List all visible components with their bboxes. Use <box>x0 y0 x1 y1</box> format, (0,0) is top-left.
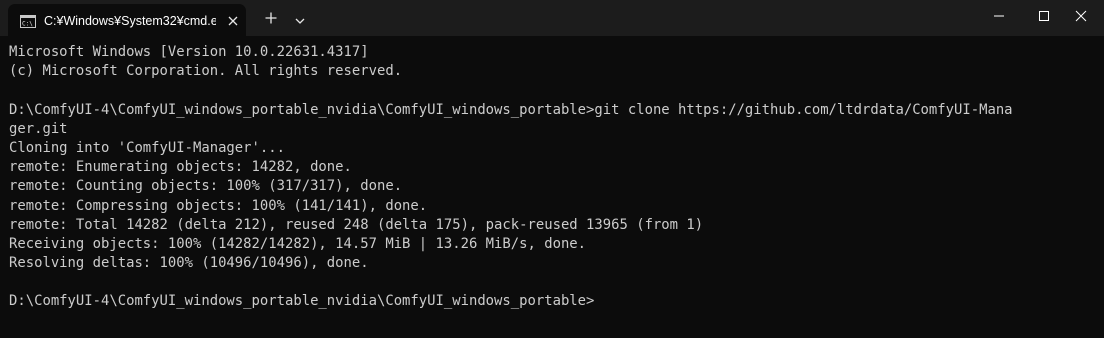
minimize-icon <box>993 7 1005 26</box>
terminal-line: (c) Microsoft Corporation. All rights re… <box>9 63 403 80</box>
terminal-output[interactable]: Microsoft Windows [Version 10.0.22631.43… <box>9 43 1099 312</box>
maximize-icon <box>1038 7 1050 26</box>
terminal-line: remote: Counting objects: 100% (317/317)… <box>9 178 403 195</box>
terminal-line: Cloning into 'ComfyUI-Manager'... <box>9 139 285 156</box>
terminal-line: remote: Total 14282 (delta 212), reused … <box>9 216 704 233</box>
plus-icon <box>264 10 278 29</box>
command-prompt[interactable]: D:\ComfyUI-4\ComfyUI_windows_portable_nv… <box>9 292 1099 311</box>
terminal-line: Microsoft Windows [Version 10.0.22631.43… <box>9 44 369 60</box>
svg-text:C:\: C:\ <box>22 21 33 28</box>
terminal-line: Receiving objects: 100% (14282/14282), 1… <box>9 235 587 252</box>
close-icon <box>1075 7 1087 26</box>
tab-dropdown-button[interactable] <box>290 6 310 32</box>
terminal-line: ger.git <box>9 120 68 137</box>
terminal-line: remote: Compressing objects: 100% (141/1… <box>9 197 428 214</box>
tab-title: C:¥Windows¥System32¥cmd.e <box>44 14 216 28</box>
title-bar[interactable]: C:\ C:¥Windows¥System32¥cmd.e <box>0 0 1104 36</box>
close-window-button[interactable] <box>1058 0 1104 32</box>
terminal-window: C:\ C:¥Windows¥System32¥cmd.e Microsoft … <box>0 0 1104 338</box>
terminal-line: Resolving deltas: 100% (10496/10496), do… <box>9 255 369 272</box>
tab-cmd[interactable]: C:\ C:¥Windows¥System32¥cmd.e <box>8 4 246 36</box>
terminal-line: remote: Enumerating objects: 14282, done… <box>9 159 352 176</box>
new-tab-button[interactable] <box>260 6 282 32</box>
minimize-button[interactable] <box>976 0 1022 32</box>
close-tab-icon[interactable] <box>226 13 240 27</box>
terminal-line: D:\ComfyUI-4\ComfyUI_windows_portable_nv… <box>9 101 1013 118</box>
cmd-icon: C:\ <box>20 13 36 28</box>
chevron-down-icon <box>294 10 306 29</box>
